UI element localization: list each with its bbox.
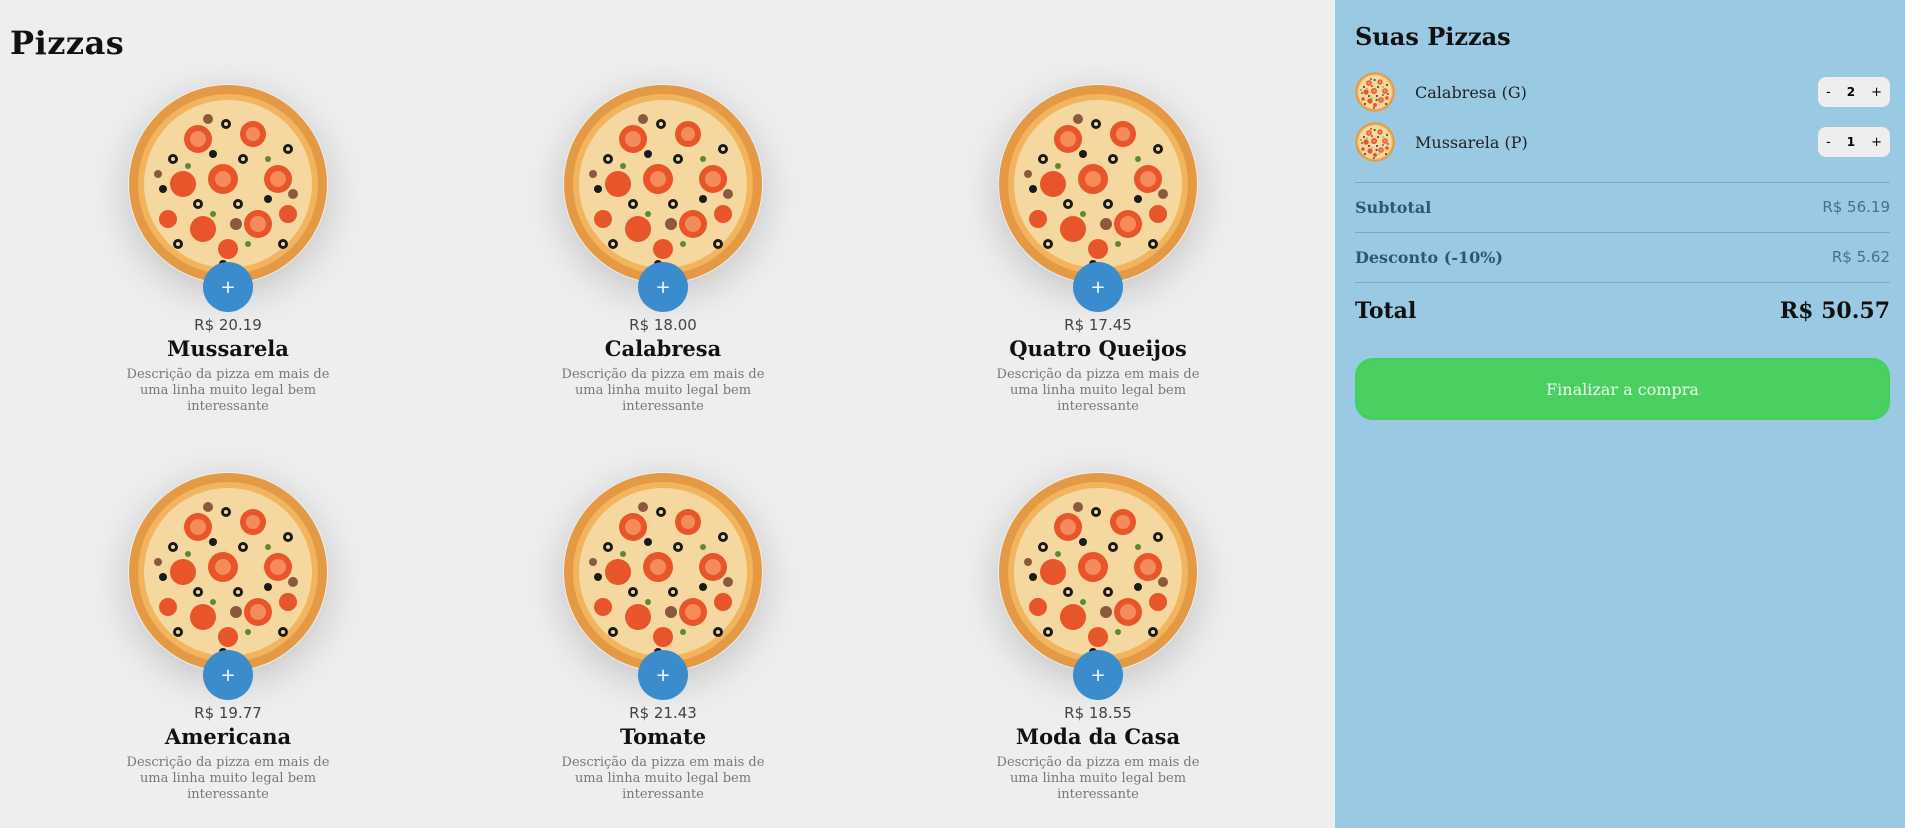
pizza-icon: [128, 472, 328, 672]
pizza-price: R$ 17.45: [1064, 316, 1132, 334]
discount-row: Desconto (-10%) R$ 5.62: [1355, 245, 1890, 269]
pizza-image[interactable]: +: [128, 84, 328, 312]
cart-item-name: Mussarela (P): [1415, 132, 1528, 152]
pizza-icon: [998, 472, 1198, 672]
menu-area: Pizzas + R$ 20.19 Mussarela Descrição da…: [0, 0, 1335, 828]
cart-item: Mussarela (P) - 1 +: [1355, 121, 1890, 163]
pizza-image[interactable]: +: [128, 472, 328, 700]
cart-title: Suas Pizzas: [1355, 22, 1511, 51]
add-pizza-button[interactable]: +: [203, 650, 253, 700]
add-pizza-button[interactable]: +: [638, 650, 688, 700]
decrease-qty-button[interactable]: -: [1826, 135, 1831, 150]
discount-label: Desconto (-10%): [1355, 247, 1503, 267]
pizza-icon: [998, 84, 1198, 284]
pizza-image[interactable]: +: [563, 84, 763, 312]
pizza-price: R$ 21.43: [629, 704, 697, 722]
page-title: Pizzas: [10, 24, 125, 62]
pizza-icon: [563, 472, 763, 672]
pizza-description: Descrição da pizza em mais de uma linha …: [126, 755, 330, 802]
pizza-icon: [563, 84, 763, 284]
pizza-name: Americana: [164, 724, 292, 749]
increase-qty-button[interactable]: +: [1871, 135, 1882, 150]
quantity-value: 1: [1846, 135, 1856, 149]
pizza-price: R$ 19.77: [194, 704, 262, 722]
pizza-price: R$ 20.19: [194, 316, 262, 334]
total-label: Total: [1355, 298, 1417, 324]
add-pizza-button[interactable]: +: [203, 262, 253, 312]
pizza-name: Moda da Casa: [1015, 724, 1181, 749]
pizza-card: + R$ 21.43 Tomate Descrição da pizza em …: [543, 472, 783, 803]
pizza-name: Quatro Queijos: [1009, 336, 1187, 361]
cart-item-name: Calabresa (G): [1415, 82, 1527, 102]
subtotal-row: Subtotal R$ 56.19: [1355, 195, 1890, 219]
pizza-image[interactable]: +: [998, 84, 1198, 312]
quantity-stepper: - 1 +: [1818, 127, 1890, 157]
pizza-card: + R$ 18.55 Moda da Casa Descrição da piz…: [978, 472, 1218, 803]
subtotal-label: Subtotal: [1355, 197, 1432, 217]
pizza-card: + R$ 19.77 Americana Descrição da pizza …: [108, 472, 348, 803]
pizza-description: Descrição da pizza em mais de uma linha …: [996, 367, 1200, 414]
quantity-stepper: - 2 +: [1818, 77, 1890, 107]
cart-item: Calabresa (G) - 2 +: [1355, 71, 1890, 113]
pizza-card: + R$ 20.19 Mussarela Descrição da pizza …: [108, 84, 348, 415]
pizza-thumbnail-icon: [1355, 72, 1395, 112]
cart-sidebar: Suas Pizzas Calabresa (G) - 2 + Mussarel…: [1335, 0, 1905, 828]
pizza-icon: [128, 84, 328, 284]
pizza-description: Descrição da pizza em mais de uma linha …: [126, 367, 330, 414]
pizza-description: Descrição da pizza em mais de uma linha …: [561, 367, 765, 414]
divider: [1355, 182, 1890, 183]
pizza-image[interactable]: +: [998, 472, 1198, 700]
add-pizza-button[interactable]: +: [1073, 650, 1123, 700]
pizza-price: R$ 18.00: [629, 316, 697, 334]
increase-qty-button[interactable]: +: [1871, 85, 1882, 100]
divider: [1355, 232, 1890, 233]
decrease-qty-button[interactable]: -: [1826, 85, 1831, 100]
pizza-card: + R$ 17.45 Quatro Queijos Descrição da p…: [978, 84, 1218, 415]
subtotal-value: R$ 56.19: [1822, 198, 1890, 216]
pizza-description: Descrição da pizza em mais de uma linha …: [996, 755, 1200, 802]
pizza-name: Calabresa: [604, 336, 722, 361]
total-row: Total R$ 50.57: [1355, 295, 1890, 327]
total-value: R$ 50.57: [1779, 298, 1890, 324]
pizza-image[interactable]: +: [563, 472, 763, 700]
checkout-button[interactable]: Finalizar a compra: [1355, 358, 1890, 420]
pizza-card: + R$ 18.00 Calabresa Descrição da pizza …: [543, 84, 783, 415]
quantity-value: 2: [1846, 85, 1856, 99]
pizza-name: Mussarela: [167, 336, 289, 361]
add-pizza-button[interactable]: +: [1073, 262, 1123, 312]
pizza-name: Tomate: [619, 724, 707, 749]
discount-value: R$ 5.62: [1831, 248, 1890, 266]
pizza-thumbnail-icon: [1355, 122, 1395, 162]
pizza-price: R$ 18.55: [1064, 704, 1132, 722]
divider: [1355, 282, 1890, 283]
pizza-description: Descrição da pizza em mais de uma linha …: [561, 755, 765, 802]
add-pizza-button[interactable]: +: [638, 262, 688, 312]
